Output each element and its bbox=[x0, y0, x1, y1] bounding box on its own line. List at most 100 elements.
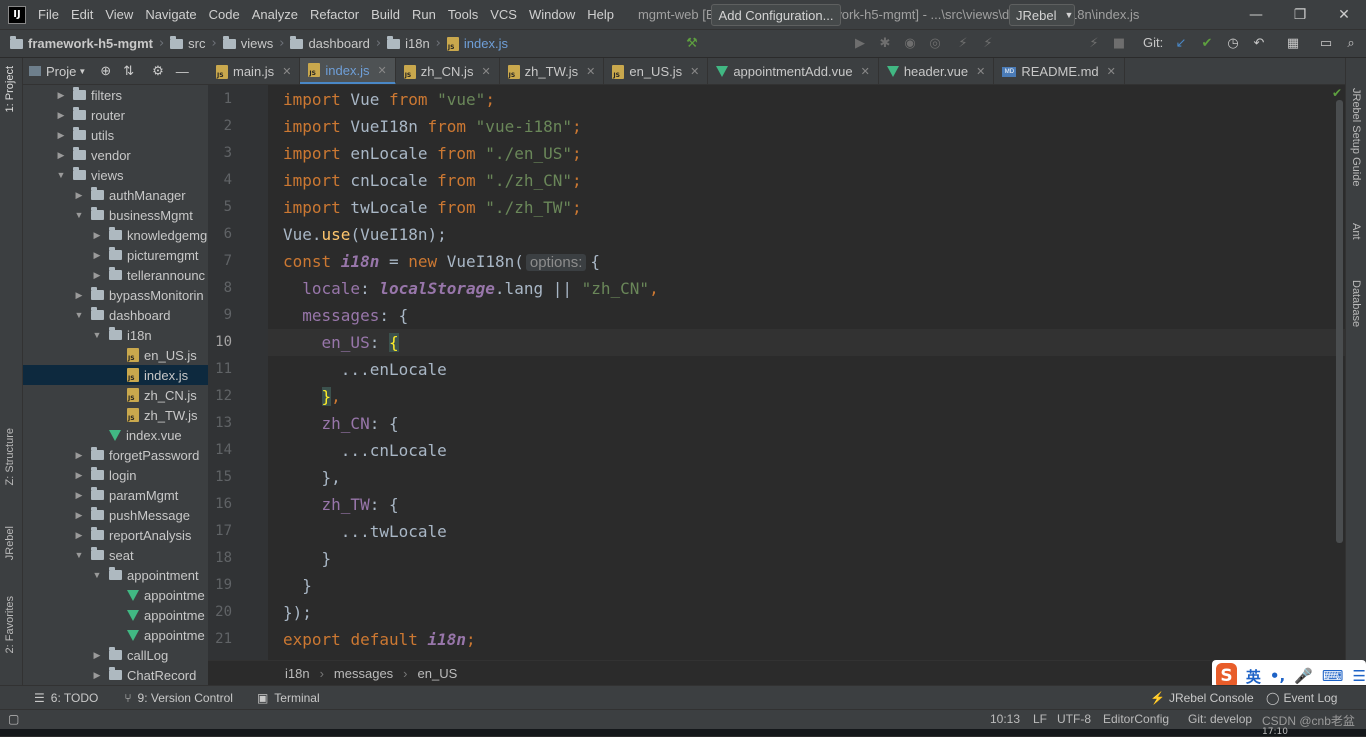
menu-edit[interactable]: Edit bbox=[65, 7, 99, 22]
menu-build[interactable]: Build bbox=[365, 7, 406, 22]
jrebel-run-icon[interactable]: ⚡ bbox=[955, 35, 971, 51]
tree-item-zh-cn-js[interactable]: zh_CN.js bbox=[23, 385, 208, 405]
project-panel-title[interactable]: Proje bbox=[46, 64, 76, 79]
collapsed-arrow-icon[interactable]: ▶ bbox=[73, 490, 85, 501]
tree-item-appointme[interactable]: appointme bbox=[23, 625, 208, 645]
menu-run[interactable]: Run bbox=[406, 7, 442, 22]
menu-refactor[interactable]: Refactor bbox=[304, 7, 365, 22]
code-editor[interactable]: import Vue from "vue"; import VueI18n fro… bbox=[268, 85, 1345, 660]
gear-icon[interactable]: ⚙ bbox=[152, 63, 164, 79]
close-tab-icon[interactable]: ✕ bbox=[861, 65, 870, 78]
collapse-all-icon[interactable]: ⇅ bbox=[123, 63, 134, 79]
tree-item-calllog[interactable]: ▶ callLog bbox=[23, 645, 208, 665]
keyboard-icon[interactable]: ⌨ bbox=[1322, 667, 1344, 685]
collapsed-arrow-icon[interactable]: ▶ bbox=[91, 670, 103, 681]
tool-tab-jrebel[interactable]: JRebel bbox=[4, 526, 16, 560]
run-icon[interactable]: ▶ bbox=[852, 35, 868, 51]
tree-item-login[interactable]: ▶ login bbox=[23, 465, 208, 485]
tree-item-index-js[interactable]: index.js bbox=[23, 365, 208, 385]
collapsed-arrow-icon[interactable]: ▶ bbox=[73, 290, 85, 301]
tree-item-reportanalysis[interactable]: ▶ reportAnalysis bbox=[23, 525, 208, 545]
event-log-button[interactable]: ◯ Event Log bbox=[1266, 691, 1337, 705]
file-encoding[interactable]: UTF-8 bbox=[1057, 712, 1091, 726]
collapsed-arrow-icon[interactable]: ▶ bbox=[73, 510, 85, 521]
breadcrumb-item[interactable]: messages bbox=[334, 666, 393, 681]
menu-vcs[interactable]: VCS bbox=[484, 7, 523, 22]
tree-item-router[interactable]: ▶ router bbox=[23, 105, 208, 125]
tab-en-us-js[interactable]: en_US.js ✕ bbox=[604, 58, 709, 84]
close-tab-icon[interactable]: ✕ bbox=[481, 65, 490, 78]
tree-item-chatrecord[interactable]: ▶ ChatRecord bbox=[23, 665, 208, 685]
version-control-tool-button[interactable]: ⑂ 9: Version Control bbox=[124, 691, 233, 705]
close-tab-icon[interactable]: ✕ bbox=[690, 65, 699, 78]
collapsed-arrow-icon[interactable]: ▶ bbox=[55, 150, 67, 161]
tree-item-dashboard[interactable]: ▼ dashboard bbox=[23, 305, 208, 325]
ime-punct-toggle[interactable]: •, bbox=[1270, 667, 1285, 685]
expanded-arrow-icon[interactable]: ▼ bbox=[91, 570, 103, 580]
tree-item-views[interactable]: ▼ views bbox=[23, 165, 208, 185]
collapsed-arrow-icon[interactable]: ▶ bbox=[73, 530, 85, 541]
collapsed-arrow-icon[interactable]: ▶ bbox=[91, 270, 103, 281]
expanded-arrow-icon[interactable]: ▼ bbox=[55, 170, 67, 180]
tree-item-appointment[interactable]: ▼ appointment bbox=[23, 565, 208, 585]
menu-help[interactable]: Help bbox=[581, 7, 620, 22]
close-tab-icon[interactable]: ✕ bbox=[377, 64, 386, 77]
jrebel-debug-icon[interactable]: ⚡ bbox=[980, 35, 996, 51]
tab-main-js[interactable]: main.js ✕ bbox=[208, 58, 301, 84]
git-update-icon[interactable]: ↙ bbox=[1173, 35, 1189, 51]
debug-icon[interactable]: ✱ bbox=[877, 35, 893, 51]
editorconfig-status[interactable]: EditorConfig bbox=[1103, 712, 1169, 726]
expanded-arrow-icon[interactable]: ▼ bbox=[91, 330, 103, 340]
tool-tab-ant[interactable]: Ant bbox=[1350, 223, 1362, 240]
nav-crumb-src[interactable]: src bbox=[170, 35, 206, 51]
editor-vertical-scrollbar[interactable] bbox=[1336, 100, 1343, 543]
todo-tool-button[interactable]: ☰ 6: TODO bbox=[34, 691, 98, 705]
menu-navigate[interactable]: Navigate bbox=[139, 7, 202, 22]
tree-item-en-us-js[interactable]: en_US.js bbox=[23, 345, 208, 365]
menu-window[interactable]: Window bbox=[523, 7, 581, 22]
menu-view[interactable]: View bbox=[99, 7, 139, 22]
chevron-down-icon[interactable]: ▼ bbox=[78, 67, 86, 76]
jrebel-select[interactable]: JRebel ▼ bbox=[1009, 4, 1075, 26]
collapsed-arrow-icon[interactable]: ▶ bbox=[91, 250, 103, 261]
ime-lang-toggle[interactable]: 英 bbox=[1246, 666, 1261, 687]
tree-item-businessmgmt[interactable]: ▼ businessMgmt bbox=[23, 205, 208, 225]
tree-item-appointme[interactable]: appointme bbox=[23, 605, 208, 625]
collapsed-arrow-icon[interactable]: ▶ bbox=[55, 130, 67, 141]
nav-crumb-dashboard[interactable]: dashboard bbox=[290, 35, 370, 51]
tree-item-filters[interactable]: ▶ filters bbox=[23, 85, 208, 105]
coverage-icon[interactable]: ◉ bbox=[902, 35, 918, 51]
breadcrumb-item[interactable]: i18n bbox=[285, 666, 310, 681]
git-branch[interactable]: Git: develop bbox=[1188, 712, 1252, 726]
presentation-icon[interactable]: ▭ bbox=[1318, 35, 1334, 51]
nav-crumb-views[interactable]: views bbox=[222, 35, 273, 51]
tab-readme-md[interactable]: MD README.md ✕ bbox=[994, 58, 1125, 84]
status-expand-icon[interactable]: ▢ bbox=[8, 712, 19, 726]
tree-item-vendor[interactable]: ▶ vendor bbox=[23, 145, 208, 165]
tool-tab-favorites[interactable]: 2: Favorites bbox=[4, 596, 16, 653]
tree-item-forgetpassword[interactable]: ▶ forgetPassword bbox=[23, 445, 208, 465]
collapsed-arrow-icon[interactable]: ▶ bbox=[73, 470, 85, 481]
tree-item-pushmessage[interactable]: ▶ pushMessage bbox=[23, 505, 208, 525]
caret-position[interactable]: 10:13 bbox=[990, 712, 1020, 726]
tree-item-parammgmt[interactable]: ▶ paramMgmt bbox=[23, 485, 208, 505]
menu-file[interactable]: File bbox=[32, 7, 65, 22]
nav-crumb-project[interactable]: framework-h5-mgmt bbox=[10, 35, 153, 51]
add-configuration-button[interactable]: Add Configuration... bbox=[711, 4, 841, 26]
collapsed-arrow-icon[interactable]: ▶ bbox=[73, 190, 85, 201]
tool-tab-database[interactable]: Database bbox=[1350, 280, 1362, 327]
jrebel-console-button[interactable]: ⚡ JRebel Console bbox=[1150, 691, 1254, 705]
profile-icon[interactable]: ◎ bbox=[927, 35, 943, 51]
close-tab-icon[interactable]: ✕ bbox=[1107, 65, 1116, 78]
menu-tools[interactable]: Tools bbox=[442, 7, 484, 22]
tab-zh-cn-js[interactable]: zh_CN.js ✕ bbox=[396, 58, 500, 84]
tree-item-picturemgmt[interactable]: ▶ picturemgmt bbox=[23, 245, 208, 265]
search-everywhere-icon[interactable]: ⌕ bbox=[1343, 35, 1359, 51]
close-tab-icon[interactable]: ✕ bbox=[282, 65, 291, 78]
nav-crumb-file[interactable]: index.js bbox=[446, 36, 508, 51]
tree-item-appointme[interactable]: appointme bbox=[23, 585, 208, 605]
restore-icon[interactable]: ❐ bbox=[1278, 0, 1322, 29]
minimize-icon[interactable]: — bbox=[1234, 0, 1278, 29]
git-history-icon[interactable]: ◷ bbox=[1225, 35, 1241, 51]
breadcrumb-item[interactable]: en_US bbox=[418, 666, 458, 681]
